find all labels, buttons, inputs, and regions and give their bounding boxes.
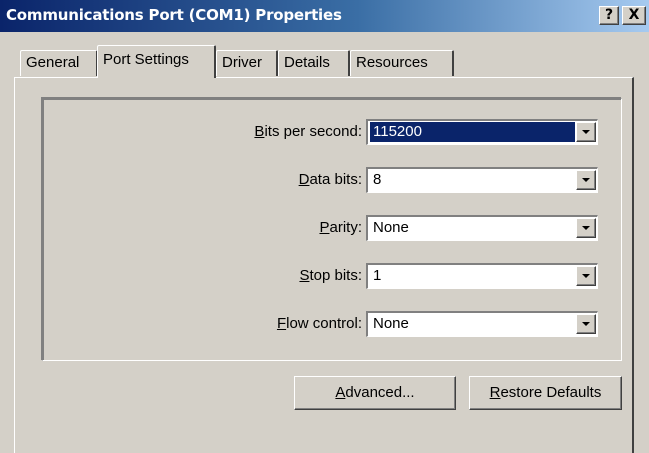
tab-label: Port Settings bbox=[103, 51, 189, 68]
tab-general[interactable]: General bbox=[20, 50, 98, 76]
advanced-button[interactable]: Advanced... bbox=[294, 376, 456, 410]
flow-control-label: Flow control: bbox=[276, 315, 362, 332]
tab-driver[interactable]: Driver bbox=[216, 50, 278, 76]
dropdown-arrow-icon[interactable] bbox=[576, 266, 596, 286]
data-bits-select[interactable]: 8 bbox=[366, 167, 598, 193]
data-bits-label: Data bits: bbox=[298, 171, 362, 188]
dropdown-arrow-icon[interactable] bbox=[576, 122, 596, 142]
bits-per-second-value: 115200 bbox=[370, 122, 575, 142]
tab-label: Resources bbox=[356, 54, 428, 71]
tab-label: Driver bbox=[222, 54, 262, 71]
close-button[interactable]: X bbox=[622, 6, 646, 25]
bits-per-second-label: Bits per second: bbox=[254, 123, 362, 140]
question-mark-icon: ? bbox=[604, 7, 614, 23]
stop-bits-value: 1 bbox=[373, 267, 382, 284]
dropdown-arrow-icon[interactable] bbox=[576, 170, 596, 190]
help-button[interactable]: ? bbox=[599, 6, 619, 25]
tab-resources[interactable]: Resources bbox=[350, 50, 454, 76]
title-bar[interactable]: Communications Port (COM1) Properties ? … bbox=[0, 0, 649, 32]
flow-control-value: None bbox=[373, 315, 409, 332]
stop-bits-select[interactable]: 1 bbox=[366, 263, 598, 289]
tab-port-settings[interactable]: Port Settings bbox=[97, 45, 216, 78]
tab-label: General bbox=[26, 54, 80, 71]
window-title: Communications Port (COM1) Properties bbox=[6, 6, 342, 24]
data-bits-value: 8 bbox=[373, 171, 382, 188]
close-icon: X bbox=[628, 7, 640, 23]
dropdown-arrow-icon[interactable] bbox=[576, 218, 596, 238]
flow-control-select[interactable]: None bbox=[366, 311, 598, 337]
tab-label: Details bbox=[284, 54, 330, 71]
parity-select[interactable]: None bbox=[366, 215, 598, 241]
restore-defaults-button[interactable]: Restore Defaults bbox=[469, 376, 622, 410]
stop-bits-label: Stop bits: bbox=[299, 267, 362, 284]
dropdown-arrow-icon[interactable] bbox=[576, 314, 596, 334]
parity-label: Parity: bbox=[319, 219, 362, 236]
tab-details[interactable]: Details bbox=[278, 50, 350, 76]
parity-value: None bbox=[373, 219, 409, 236]
bits-per-second-select[interactable]: 115200 bbox=[366, 119, 598, 145]
